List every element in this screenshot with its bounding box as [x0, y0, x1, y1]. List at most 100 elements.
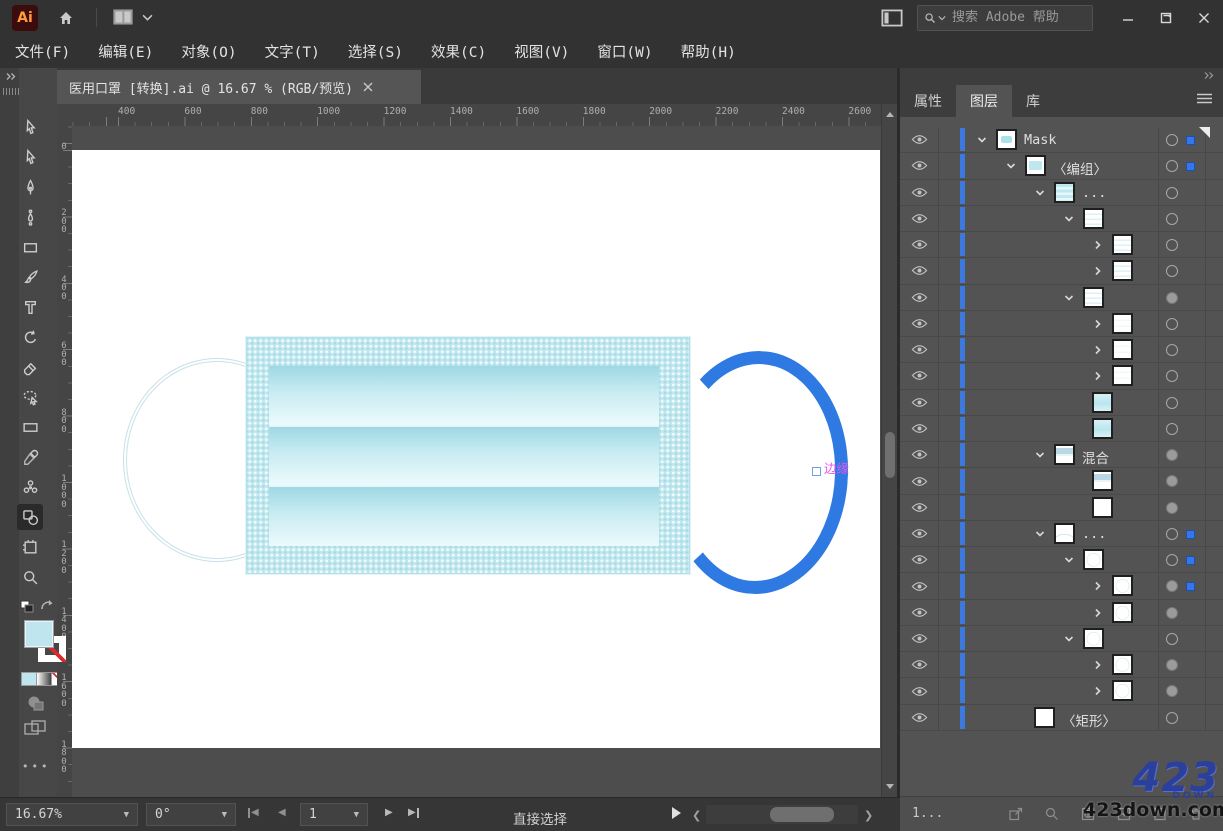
scroll-left-icon[interactable]: ❮ [692, 809, 701, 822]
layer-target-circle[interactable] [1166, 344, 1178, 356]
make-clipping-mask-icon[interactable] [1080, 806, 1096, 822]
color-mode-swatch[interactable] [21, 672, 37, 686]
layer-row[interactable] [900, 390, 1223, 416]
collapse-panel-button[interactable] [1203, 71, 1215, 80]
locate-object-icon[interactable] [1044, 806, 1060, 822]
visibility-toggle[interactable] [900, 652, 938, 677]
next-artboard-button[interactable]: ▶ [385, 807, 393, 818]
layer-thumbnail[interactable] [1112, 654, 1133, 675]
type-tool[interactable] [17, 294, 43, 320]
scroll-down-icon[interactable] [886, 784, 894, 789]
layer-thumbnail[interactable] [1112, 339, 1133, 360]
menu-item-7[interactable]: 视图(V) [514, 41, 569, 62]
layer-target-circle[interactable] [1166, 292, 1178, 304]
panel-tab-1[interactable]: 属性 [900, 85, 956, 117]
arrange-documents-button[interactable] [112, 7, 153, 27]
layer-row[interactable] [900, 206, 1223, 232]
layer-expander[interactable] [1092, 370, 1106, 382]
mask-body[interactable] [246, 337, 690, 574]
horizontal-ruler[interactable]: 4006008001000120014001600180020002200240… [72, 104, 881, 127]
layer-target-circle[interactable] [1166, 502, 1178, 514]
layer-target-circle[interactable] [1166, 397, 1178, 409]
layer-row[interactable] [900, 337, 1223, 363]
shape-mode-icon[interactable] [26, 694, 46, 712]
share-document-button[interactable] [881, 9, 903, 27]
visibility-toggle[interactable] [900, 626, 938, 651]
layer-row[interactable] [900, 311, 1223, 337]
layer-thumbnail[interactable] [1112, 260, 1133, 281]
layer-row[interactable] [900, 495, 1223, 521]
horizontal-scrollbar-thumb[interactable] [770, 807, 834, 822]
menu-item-2[interactable]: 编辑(E) [98, 41, 153, 62]
default-fill-stroke-icon[interactable] [20, 600, 35, 614]
layer-row[interactable] [900, 285, 1223, 311]
close-tab-icon[interactable] [363, 82, 373, 92]
layer-target-circle[interactable] [1166, 633, 1178, 645]
menu-item-4[interactable]: 文字(T) [265, 41, 320, 62]
rectangle-tool[interactable] [17, 234, 43, 260]
visibility-toggle[interactable] [900, 442, 938, 467]
lasso-tool[interactable] [17, 384, 43, 410]
layer-thumbnail[interactable] [1112, 575, 1133, 596]
layer-expander[interactable] [1005, 160, 1019, 172]
new-sublayer-icon[interactable] [1116, 806, 1132, 822]
zoom-level-dropdown[interactable]: 16.67% ▼ [6, 803, 138, 826]
layer-row[interactable]: Mask [900, 127, 1223, 153]
edit-toolbar-button[interactable]: ••• [22, 760, 50, 773]
layer-thumbnail[interactable] [1112, 680, 1133, 701]
layer-name[interactable]: ... [1082, 185, 1106, 201]
selection-tool[interactable] [17, 114, 43, 140]
layer-name[interactable]: ... [1082, 526, 1106, 542]
menu-item-3[interactable]: 对象(O) [181, 41, 236, 62]
menu-item-5[interactable]: 选择(S) [348, 41, 403, 62]
last-artboard-button[interactable]: ▶ [408, 807, 419, 818]
layer-expander[interactable] [1092, 344, 1106, 356]
anchor-point-handle[interactable] [812, 467, 821, 476]
layer-target-circle[interactable] [1166, 239, 1178, 251]
visibility-toggle[interactable] [900, 600, 938, 625]
rotation-dropdown[interactable]: 0° ▼ [146, 803, 236, 826]
paintbrush-tool[interactable] [17, 264, 43, 290]
layer-thumbnail[interactable] [1083, 628, 1104, 649]
pen-tool[interactable] [17, 174, 43, 200]
visibility-toggle[interactable] [900, 416, 938, 441]
layer-row[interactable]: ... [900, 180, 1223, 206]
eraser-tool[interactable] [17, 354, 43, 380]
direct-selection-tool[interactable] [17, 144, 43, 170]
status-flyout-icon[interactable] [672, 807, 681, 819]
visibility-toggle[interactable] [900, 495, 938, 520]
layer-thumbnail[interactable] [1112, 234, 1133, 255]
layer-target-circle[interactable] [1166, 712, 1178, 724]
visibility-toggle[interactable] [900, 705, 938, 730]
visibility-toggle[interactable] [900, 390, 938, 415]
layer-expander[interactable] [1092, 265, 1106, 277]
layer-thumbnail[interactable] [1083, 287, 1104, 308]
layer-row[interactable]: 〈矩形〉 [900, 705, 1223, 731]
layer-expander[interactable] [976, 134, 990, 146]
layer-target-circle[interactable] [1166, 213, 1178, 225]
visibility-toggle[interactable] [900, 363, 938, 388]
visibility-toggle[interactable] [900, 127, 938, 152]
layer-target-circle[interactable] [1166, 160, 1178, 172]
layer-expander[interactable] [1092, 607, 1106, 619]
vertical-ruler[interactable]: 020040060080010001200140016001800 [57, 126, 73, 797]
visibility-toggle[interactable] [900, 678, 938, 703]
layer-expander[interactable] [1092, 685, 1106, 697]
layer-row[interactable] [900, 547, 1223, 573]
swap-fill-stroke-icon[interactable] [40, 599, 54, 612]
layer-row[interactable]: 〈编组〉 [900, 153, 1223, 179]
layer-expander[interactable] [1034, 528, 1048, 540]
help-search-box[interactable] [917, 5, 1093, 31]
new-layer-icon[interactable] [1152, 806, 1168, 822]
vertical-scrollbar[interactable] [881, 104, 898, 797]
artboard-navigation-dropdown[interactable]: 1 ▼ [300, 803, 368, 826]
layer-target-circle[interactable] [1166, 659, 1178, 671]
close-button[interactable] [1185, 5, 1223, 31]
layer-target-circle[interactable] [1166, 370, 1178, 382]
visibility-toggle[interactable] [900, 311, 938, 336]
ruler-origin-corner[interactable] [57, 104, 73, 127]
layer-thumbnail[interactable] [1112, 602, 1133, 623]
scroll-right-icon[interactable]: ❯ [864, 809, 873, 822]
layer-thumbnail[interactable] [1092, 392, 1113, 413]
visibility-toggle[interactable] [900, 153, 938, 178]
